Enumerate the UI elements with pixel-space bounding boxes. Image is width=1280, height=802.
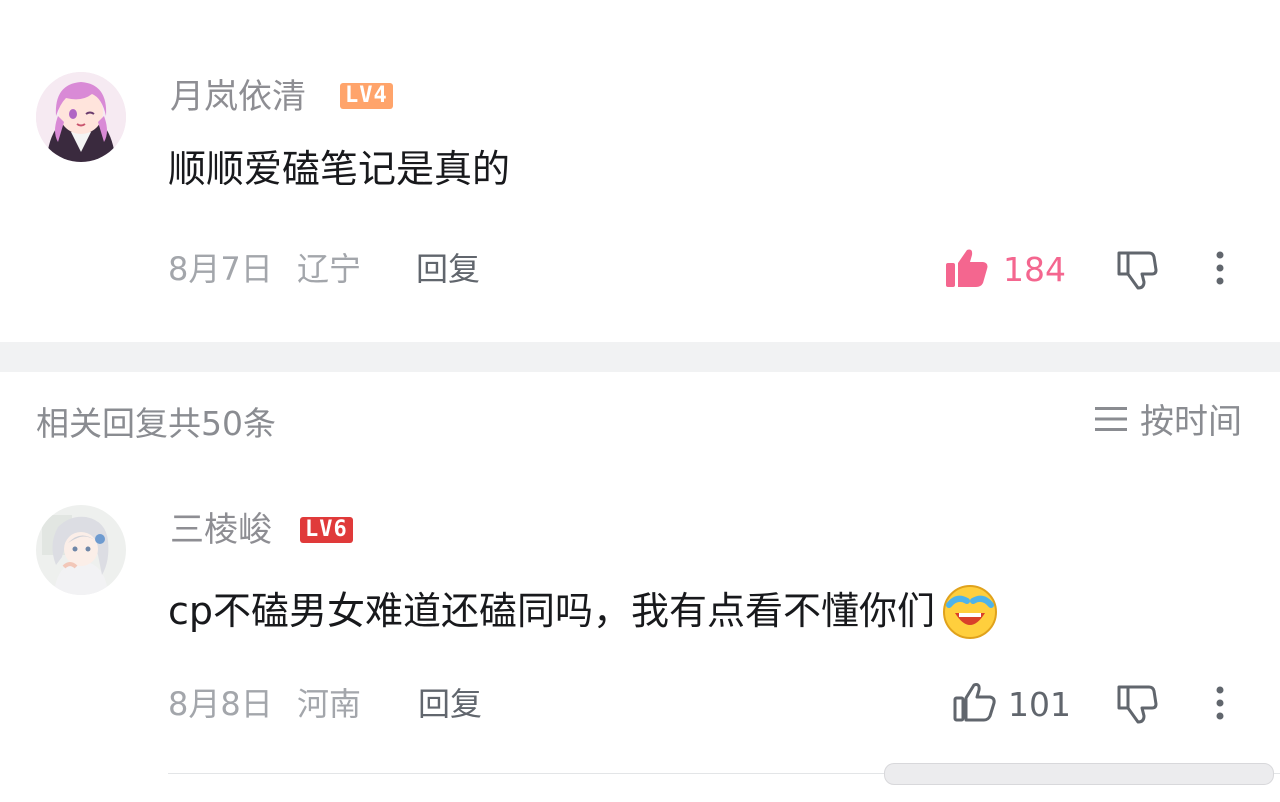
horizontal-scrollbar[interactable]	[884, 763, 1274, 785]
sort-button[interactable]: 按时间	[1094, 405, 1242, 439]
username[interactable]: 三棱峻	[170, 513, 272, 547]
level-badge: LV4	[340, 83, 393, 109]
comment-text: 顺顺爱磕笔记是真的	[168, 147, 511, 191]
comment-location: 辽宁	[297, 250, 362, 288]
avatar[interactable]	[36, 72, 126, 162]
like-count: 184	[1003, 250, 1066, 289]
sort-label: 按时间	[1140, 402, 1242, 442]
more-vertical-icon[interactable]	[1213, 250, 1227, 286]
thumbs-down-icon[interactable]	[1116, 250, 1158, 290]
reply-button[interactable]: 回复	[418, 688, 482, 720]
comment-date: 8月8日	[168, 685, 273, 723]
thumbs-up-icon[interactable]	[953, 682, 997, 722]
username[interactable]: 月岚依清	[170, 80, 306, 114]
comment-date: 8月7日	[168, 250, 273, 288]
comment-location: 河南	[297, 685, 362, 723]
laughing-crying-emoji	[941, 583, 999, 641]
comment-text-content: cp不磕男女难道还磕同吗，我有点看不懂你们	[168, 589, 936, 634]
replies-count-header: 相关回复共50条	[36, 404, 276, 443]
thumbs-up-icon[interactable]	[945, 248, 989, 288]
more-vertical-icon[interactable]	[1213, 685, 1227, 721]
comment-text: cp不磕男女难道还磕同吗，我有点看不懂你们	[168, 583, 999, 641]
like-count: 101	[1008, 685, 1071, 724]
sort-lines-icon	[1094, 405, 1128, 439]
level-badge: LV6	[300, 517, 353, 543]
avatar[interactable]	[36, 505, 126, 595]
thumbs-down-icon[interactable]	[1116, 684, 1158, 724]
section-divider	[0, 342, 1280, 372]
reply-button[interactable]: 回复	[416, 253, 480, 285]
